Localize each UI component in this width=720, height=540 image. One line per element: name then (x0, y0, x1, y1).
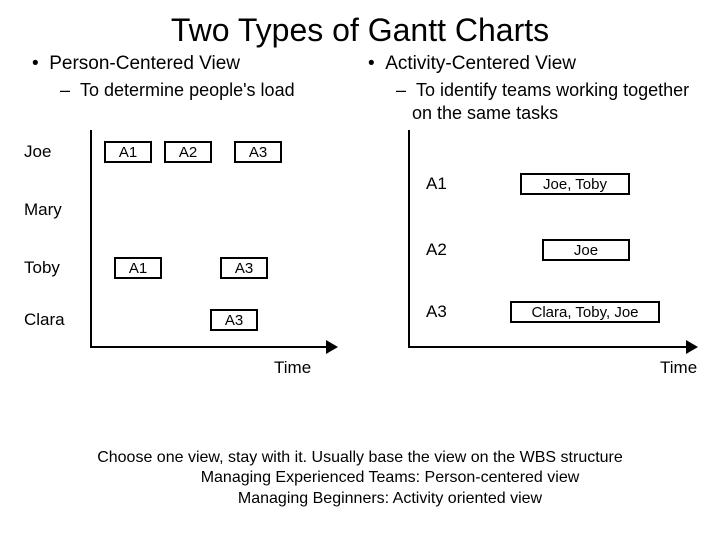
row-joe: Joe A1 A2 A3 (24, 138, 360, 166)
bar-a3-team: Clara, Toby, Joe (510, 301, 660, 323)
headings-row: • Person-Centered View – To determine pe… (0, 49, 720, 124)
left-heading: • Person-Centered View (24, 53, 360, 75)
bar-joe-a1: A1 (104, 141, 152, 163)
row-a1: A1 Joe, Toby (360, 170, 696, 198)
slide-title: Two Types of Gantt Charts (0, 0, 720, 49)
left-arrow-icon (326, 340, 338, 354)
right-sub: – To identify teams working together on … (360, 79, 696, 124)
footer-line-3: Managing Beginners: Activity oriented vi… (0, 489, 720, 510)
footer-line-1: Choose one view, stay with it. Usually b… (0, 448, 720, 469)
left-chart: Time Joe A1 A2 A3 Mary Toby A1 A3 Clara … (24, 130, 360, 384)
bar-a1-team: Joe, Toby (520, 173, 630, 195)
bar-joe-a2: A2 (164, 141, 212, 163)
footer-line-2: Managing Experienced Teams: Person-cente… (0, 468, 720, 489)
right-col-head: • Activity-Centered View – To identify t… (360, 53, 696, 124)
label-joe: Joe (24, 142, 84, 162)
bar-a2-team: Joe (542, 239, 630, 261)
left-time-label: Time (274, 358, 311, 378)
left-heading-text: Person-Centered View (49, 53, 240, 74)
right-heading-text: Activity-Centered View (385, 53, 576, 74)
right-arrow-icon (686, 340, 698, 354)
row-clara: Clara A3 (24, 306, 360, 334)
bar-toby-a3: A3 (220, 257, 268, 279)
left-x-axis (90, 346, 328, 348)
row-mary: Mary (24, 196, 360, 224)
label-a2: A2 (426, 240, 447, 260)
right-chart: Time A1 Joe, Toby A2 Joe A3 Clara, Toby,… (360, 130, 696, 384)
label-clara: Clara (24, 310, 84, 330)
row-toby: Toby A1 A3 (24, 254, 360, 282)
footer-text: Choose one view, stay with it. Usually b… (0, 448, 720, 510)
left-col-head: • Person-Centered View – To determine pe… (24, 53, 360, 124)
label-mary: Mary (24, 200, 84, 220)
right-sub-text: To identify teams working together on th… (412, 80, 689, 123)
bar-joe-a3: A3 (234, 141, 282, 163)
label-toby: Toby (24, 258, 84, 278)
right-heading: • Activity-Centered View (360, 53, 696, 75)
left-sub: – To determine people's load (24, 79, 360, 102)
left-sub-text: To determine people's load (80, 80, 295, 100)
right-x-axis (408, 346, 688, 348)
label-a1: A1 (426, 174, 447, 194)
label-a3: A3 (426, 302, 447, 322)
row-a3: A3 Clara, Toby, Joe (360, 298, 696, 326)
charts-row: Time Joe A1 A2 A3 Mary Toby A1 A3 Clara … (0, 124, 720, 384)
bar-clara-a3: A3 (210, 309, 258, 331)
right-time-label: Time (660, 358, 697, 378)
row-a2: A2 Joe (360, 236, 696, 264)
bar-toby-a1: A1 (114, 257, 162, 279)
